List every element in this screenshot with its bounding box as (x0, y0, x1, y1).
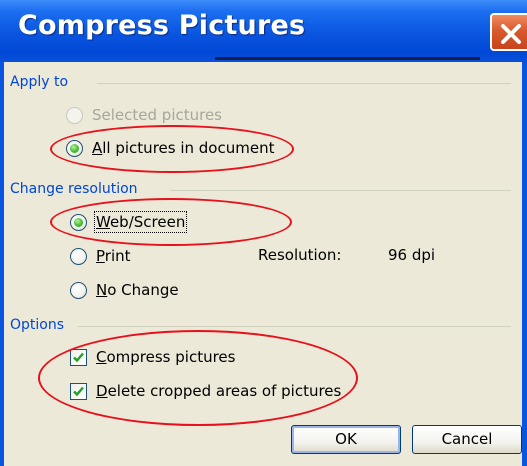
change-resolution-divider (170, 190, 511, 191)
apply-to-divider (97, 83, 511, 84)
dialog-title: Compress Pictures (18, 10, 306, 41)
selected-pictures-label: Selected pictures (92, 106, 222, 124)
window-frame-right (522, 62, 527, 466)
close-button[interactable] (490, 13, 527, 51)
options-group-label: Options (10, 317, 65, 333)
no-change-label: No Change (96, 281, 179, 299)
close-icon (501, 24, 521, 44)
window-frame-left (0, 62, 4, 466)
cancel-button[interactable]: Cancel (412, 425, 522, 454)
title-divider (215, 57, 480, 60)
resolution-value: 96 dpi (388, 246, 436, 264)
annotation-ellipse (38, 330, 358, 426)
no-change-radio[interactable] (70, 282, 87, 299)
title-bar: Compress Pictures (0, 0, 527, 62)
change-resolution-group-label: Change resolution (10, 181, 138, 197)
ok-button[interactable]: OK (291, 425, 401, 454)
options-divider (78, 326, 511, 327)
selected-pictures-radio[interactable] (66, 107, 83, 124)
print-radio[interactable] (70, 248, 87, 265)
print-label: Print (96, 247, 131, 265)
annotation-ellipse (50, 125, 294, 173)
apply-to-group-label: Apply to (10, 74, 69, 90)
resolution-label: Resolution: (258, 246, 342, 264)
annotation-ellipse (50, 198, 292, 246)
